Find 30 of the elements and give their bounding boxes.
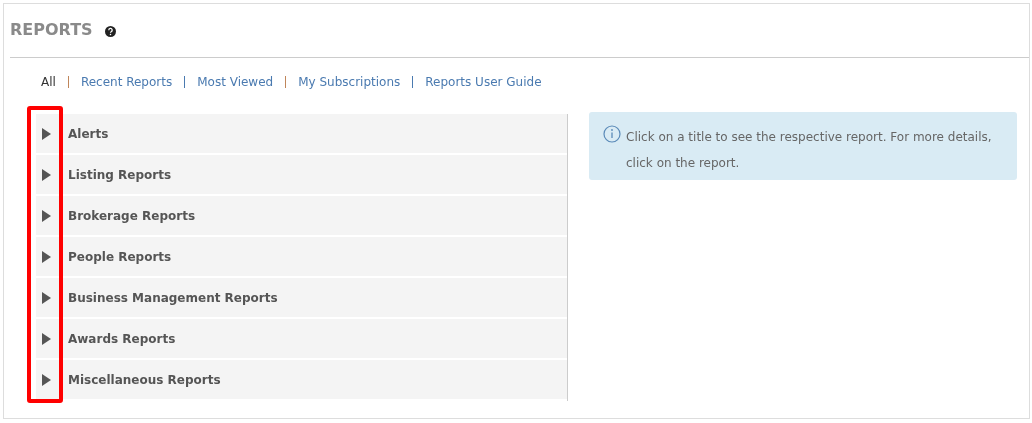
report-tab[interactable]: My Subscriptions [298,75,401,89]
category-row[interactable]: Listing Reports [36,155,567,194]
help-icon[interactable] [104,25,116,37]
caret-right-icon[interactable] [41,373,51,386]
category-title: Awards Reports [68,331,176,346]
report-tab[interactable]: All [41,75,56,89]
category-title: Brokerage Reports [68,208,196,223]
report-tab[interactable]: Most Viewed [197,75,274,89]
category-title: Miscellaneous Reports [68,372,221,387]
caret-right-icon[interactable] [41,250,51,263]
caret-right-icon[interactable] [41,332,51,345]
category-row[interactable]: Brokerage Reports [36,196,567,235]
info-icon [603,125,621,143]
report-tab[interactable]: Reports User Guide [425,75,542,89]
caret-right-icon[interactable] [41,127,51,140]
category-row[interactable]: Alerts [36,114,567,153]
category-row[interactable]: Business Management Reports [36,278,567,317]
category-title: People Reports [68,249,172,264]
caret-right-icon[interactable] [41,168,51,181]
report-tab[interactable]: Recent Reports [80,75,173,89]
category-row[interactable]: Awards Reports [36,319,567,358]
category-title: Business Management Reports [68,290,278,305]
category-title: Alerts [68,126,109,141]
category-row[interactable]: People Reports [36,237,567,276]
caret-right-icon[interactable] [41,291,51,304]
category-title: Listing Reports [68,167,172,182]
category-row[interactable]: Miscellaneous Reports [36,360,567,399]
page-title: REPORTS [10,19,93,39]
caret-right-icon[interactable] [41,209,51,222]
info-message: Click on a title to see the respective report. For more details, click on the report. [626,129,993,172]
